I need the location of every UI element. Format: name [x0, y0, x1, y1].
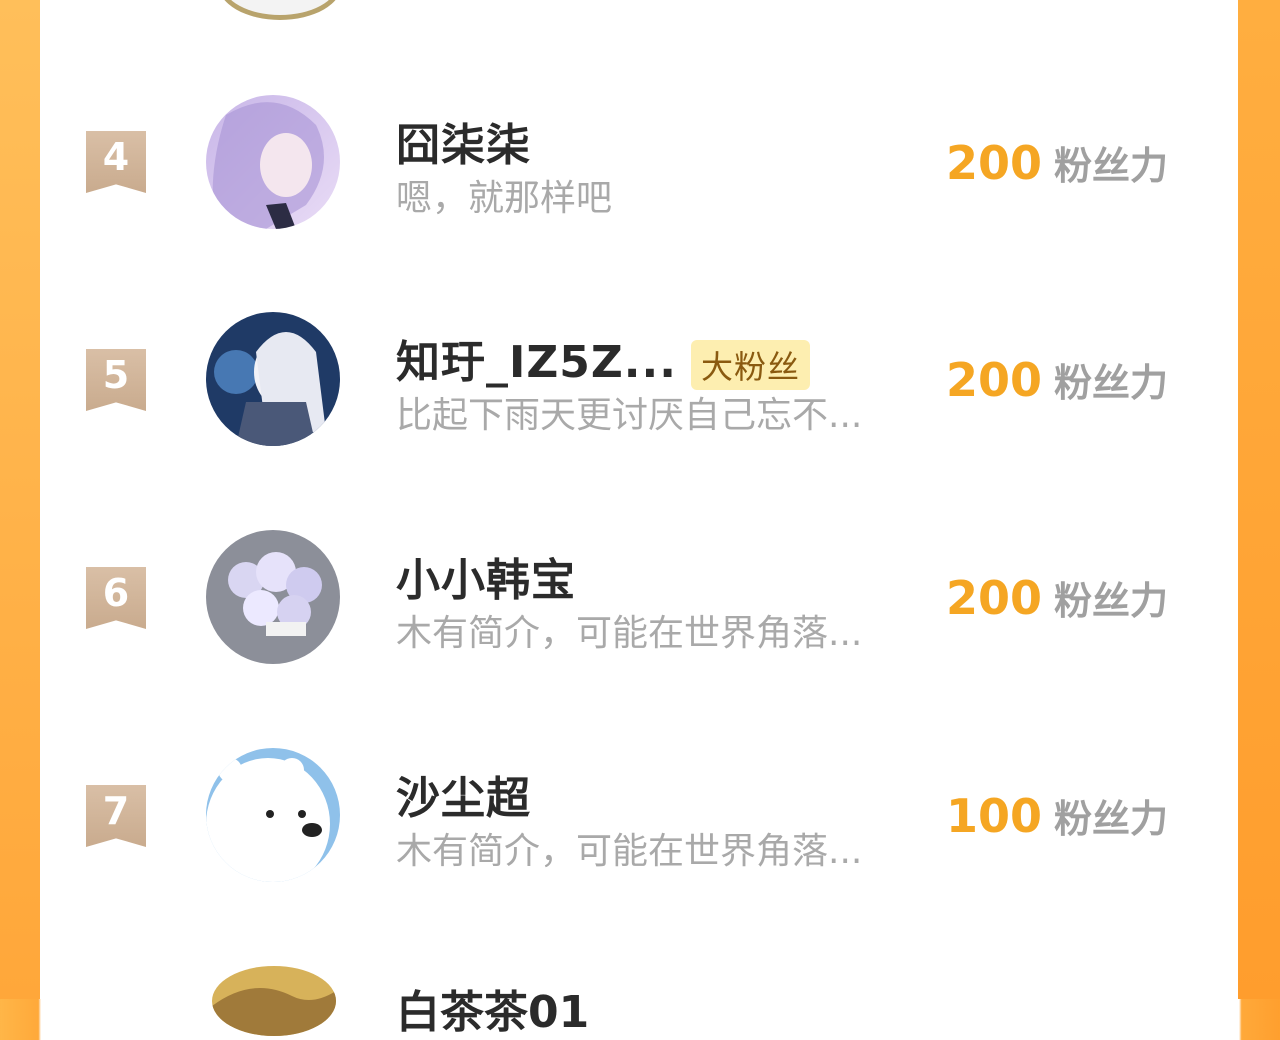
fan-power-value: 100 — [946, 789, 1043, 843]
big-fan-badge: 大粉丝 — [690, 340, 810, 390]
rank-number: 7 — [102, 789, 130, 833]
fan-bio: 比起下雨天更讨厌自己忘不... — [396, 395, 863, 436]
fan-name[interactable]: 小小韩宝 — [396, 544, 576, 608]
avatar-partial-bottom[interactable] — [212, 966, 336, 1036]
fan-row-6[interactable]: 6 小小韩宝 木有简介，可能在世界角落... 200 粉丝力 — [0, 530, 1280, 670]
avatar[interactable] — [206, 95, 340, 229]
fan-row-5[interactable]: 5 知玗_IZ5Z... 大粉丝 比起下雨天更讨厌自己忘不... 200 粉丝力 — [0, 312, 1280, 452]
rank-badge-icon: 7 — [86, 785, 146, 847]
fan-name-text: 知玗_IZ5Z... — [396, 337, 677, 388]
fan-name[interactable]: 囧柒柒 — [396, 109, 531, 173]
fan-name-partial[interactable]: 白茶茶01 — [396, 976, 589, 1040]
rank-badge-icon: 5 — [86, 349, 146, 411]
fan-power-unit: 粉丝力 — [1054, 144, 1169, 188]
fan-power-value: 200 — [946, 353, 1043, 407]
rank-number: 4 — [102, 135, 130, 179]
rank-number: 6 — [102, 571, 130, 615]
avatar[interactable] — [206, 312, 340, 446]
fan-power-unit: 粉丝力 — [1054, 361, 1169, 405]
fan-bio: 木有简介，可能在世界角落... — [396, 613, 863, 654]
rank-badge-icon: 6 — [86, 567, 146, 629]
avatar[interactable] — [206, 748, 340, 882]
fan-power: 200 粉丝力 — [946, 352, 1168, 407]
fan-power: 100 粉丝力 — [946, 788, 1168, 843]
fan-name[interactable]: 知玗_IZ5Z... 大粉丝 — [396, 326, 810, 390]
fan-power-unit: 粉丝力 — [1054, 797, 1169, 841]
fan-power-unit: 粉丝力 — [1054, 579, 1169, 623]
fan-power-value: 200 — [946, 136, 1043, 190]
fan-power: 200 粉丝力 — [946, 135, 1168, 190]
fan-name[interactable]: 沙尘超 — [396, 762, 531, 826]
fan-power-value: 200 — [946, 571, 1043, 625]
rank-badge-icon: 4 — [86, 131, 146, 193]
fan-power: 200 粉丝力 — [946, 570, 1168, 625]
fan-bio: 嗯，就那样吧 — [396, 178, 613, 219]
fan-bio: 木有简介，可能在世界角落... — [396, 831, 863, 872]
fan-row-7[interactable]: 7 沙尘超 木有简介，可能在世界角落... 100 粉丝力 — [0, 748, 1280, 888]
rank-number: 5 — [102, 353, 130, 397]
avatar[interactable] — [206, 530, 340, 664]
fan-row-4[interactable]: 4 囧柒柒 嗯，就那样吧 200 粉丝力 — [0, 95, 1280, 235]
